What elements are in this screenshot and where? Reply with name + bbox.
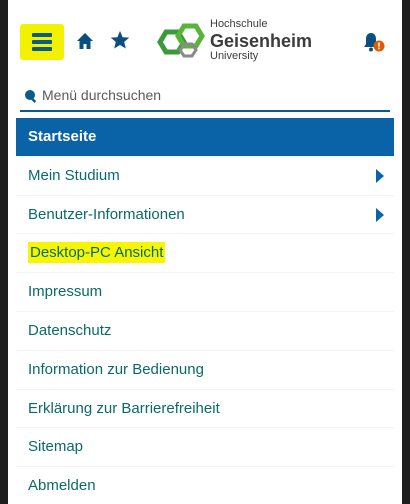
- menu-item-benutzer-informationen[interactable]: Benutzer-Informationen: [16, 196, 394, 235]
- menu-item-startseite[interactable]: Startseite: [16, 118, 394, 157]
- menu-search: [20, 80, 390, 112]
- menu-item-impressum[interactable]: Impressum: [16, 273, 394, 312]
- chevron-right-icon: [376, 207, 384, 222]
- favorites-button[interactable]: [108, 28, 132, 52]
- menu-item-sitemap[interactable]: Sitemap: [16, 428, 394, 468]
- logo-line-2: Geisenheim: [210, 31, 313, 51]
- menu-item-label: Desktop-PC Ansicht: [28, 242, 166, 264]
- menu-item-label: Impressum: [28, 283, 103, 301]
- notifications-button[interactable]: [360, 28, 388, 56]
- menu-item-label: Benutzer-Informationen: [28, 205, 185, 223]
- menu-item-information-zur-bedienung[interactable]: Information zur Bedienung: [16, 351, 394, 390]
- menu-item-datenschutz[interactable]: Datenschutz: [16, 312, 394, 351]
- nav-menu: Startseite Mein Studium Benutzer-Informa…: [16, 118, 394, 504]
- menu-item-label: Erklärung zur Barrierefreiheit: [28, 399, 220, 417]
- logo-line-1: Hochschule: [210, 18, 268, 30]
- menu-item-label: Sitemap: [28, 438, 84, 456]
- menu-item-label: Information zur Bedienung: [28, 360, 204, 378]
- top-bar: Hochschule Geisenheim University: [8, 0, 402, 80]
- menu-item-label: Startseite: [28, 128, 97, 145]
- mobile-frame: Hochschule Geisenheim University Startse…: [8, 0, 402, 504]
- menu-item-mein-studium[interactable]: Mein Studium: [16, 157, 394, 196]
- menu-item-label: Mein Studium: [28, 166, 120, 184]
- search-icon: [25, 90, 37, 103]
- notification-bell-icon: [364, 33, 385, 52]
- menu-item-abmelden[interactable]: Abmelden: [16, 467, 394, 504]
- menu-item-barrierefreiheit[interactable]: Erklärung zur Barrierefreiheit: [16, 390, 394, 429]
- home-button[interactable]: [74, 30, 96, 52]
- star-icon: [110, 31, 130, 49]
- hamburger-menu-icon: [32, 33, 52, 51]
- menu-search-input[interactable]: [42, 84, 372, 106]
- chevron-right-icon: [376, 168, 384, 183]
- menu-toggle-button[interactable]: [20, 24, 64, 60]
- home-icon: [77, 33, 93, 49]
- menu-item-label: Datenschutz: [28, 321, 112, 339]
- menu-item-label: Abmelden: [28, 477, 96, 495]
- menu-item-desktop-pc-ansicht[interactable]: Desktop-PC Ansicht: [16, 234, 394, 274]
- logo-line-3: University: [210, 50, 259, 62]
- university-logo[interactable]: Hochschule Geisenheim University: [144, 12, 320, 72]
- logo-hexagons-icon: [157, 23, 205, 58]
